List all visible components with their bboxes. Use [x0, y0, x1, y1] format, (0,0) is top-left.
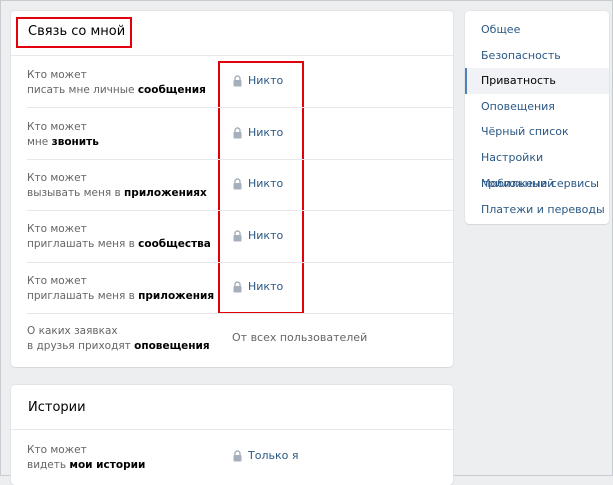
setting-value-community-invites[interactable]: Никто — [232, 229, 283, 242]
menu-item-notifications[interactable]: Оповещения — [465, 94, 609, 120]
lock-icon — [233, 449, 242, 461]
menu-item-security[interactable]: Безопасность — [465, 43, 609, 69]
setting-label-app-calls: Кто может вызывать меня в приложениях — [27, 172, 207, 199]
lock-icon — [233, 280, 242, 292]
lock-icon — [233, 74, 242, 86]
menu-item-payments[interactable]: Платежи и переводы — [465, 197, 609, 223]
lock-icon — [233, 126, 242, 138]
menu-item-general[interactable]: Общее — [465, 17, 609, 43]
setting-value-app-invites[interactable]: Никто — [232, 280, 283, 293]
lock-icon — [233, 229, 242, 241]
setting-label-community-invites: Кто может приглашать меня в сообщества — [27, 223, 211, 250]
setting-label-friend-requests: О каких заявках в друзья приходят оповещ… — [27, 325, 210, 352]
menu-item-privacy[interactable]: Приватность — [465, 68, 609, 94]
setting-label-stories: Кто может видеть мои истории — [27, 444, 146, 471]
section-title: Связь со мной — [28, 24, 126, 39]
contact-settings-panel: Связь со мной Кто может писать мне личны… — [11, 11, 453, 367]
setting-label-app-invites: Кто может приглашать меня в приложения — [27, 275, 215, 302]
setting-value-calls[interactable]: Никто — [232, 126, 283, 139]
stories-title: Истории — [28, 400, 86, 415]
setting-value-messages[interactable]: Никто — [232, 74, 283, 87]
setting-label-calls: Кто может мне звонить — [27, 121, 99, 148]
menu-item-app-settings[interactable]: Настройки приложений — [465, 145, 609, 190]
settings-menu: Общее Безопасность Приватность Оповещени… — [465, 11, 609, 224]
setting-value-app-calls[interactable]: Никто — [232, 177, 283, 190]
setting-label-messages: Кто может писать мне личные сообщения — [27, 69, 206, 96]
setting-value-friend-requests[interactable]: От всех пользователей — [232, 331, 367, 344]
stories-panel: Истории Кто может видеть мои истории Тол… — [11, 385, 453, 485]
setting-value-stories[interactable]: Только я — [232, 449, 298, 462]
lock-icon — [233, 177, 242, 189]
menu-item-blacklist[interactable]: Чёрный список — [465, 119, 609, 145]
menu-item-mobile-services[interactable]: Мобильные сервисы — [465, 171, 609, 197]
